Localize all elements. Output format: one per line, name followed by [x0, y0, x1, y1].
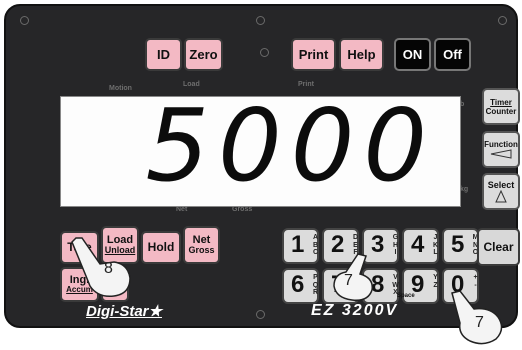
- star-icon: ★: [148, 303, 162, 320]
- screw-top-left: [20, 16, 29, 25]
- key-digit: 6: [291, 271, 305, 298]
- key-letter: +: [473, 274, 478, 281]
- key-letter: Q: [312, 281, 319, 289]
- clear-label: Clear: [483, 239, 514, 254]
- screw-top-right: [498, 16, 507, 25]
- help-label: Help: [347, 46, 376, 62]
- keypad-key-6[interactable]: 6 PQR: [282, 268, 319, 304]
- key-letter: W: [392, 281, 399, 289]
- id-button[interactable]: ID: [145, 38, 182, 71]
- key-letters: PQR: [311, 274, 320, 297]
- gross-label: Gross: [188, 245, 215, 256]
- key-letter: K: [432, 241, 439, 249]
- net-indicator-label: Net: [176, 206, 188, 213]
- space-label: Space: [397, 293, 415, 299]
- key-letter: A: [312, 234, 319, 241]
- hold-label: Hold: [147, 240, 175, 255]
- clear-button[interactable]: Clear: [477, 228, 520, 266]
- print-button[interactable]: Print: [291, 38, 336, 71]
- on-button[interactable]: ON: [394, 38, 431, 71]
- timer-counter-button[interactable]: Timer Counter: [482, 88, 520, 125]
- select-label: Select: [487, 180, 515, 190]
- weight-display: 5000: [60, 87, 461, 207]
- timer-label: Timer: [490, 97, 512, 107]
- key-letter: G: [392, 234, 399, 241]
- key-letter: J: [433, 234, 438, 241]
- key-letter: P: [313, 274, 318, 281]
- off-label: Off: [443, 46, 462, 62]
- on-label: ON: [402, 46, 423, 62]
- counter-label: Counter: [485, 106, 517, 116]
- key-letters: + -: [471, 274, 480, 289]
- left-arrow-triangle-icon: [490, 149, 512, 159]
- key-letter: I: [394, 249, 397, 256]
- key-letter: Z: [433, 281, 438, 289]
- pointing-hand-icon: 8: [66, 236, 138, 300]
- id-label: ID: [157, 46, 170, 62]
- key-letter: B: [312, 241, 319, 249]
- off-button[interactable]: Off: [434, 38, 471, 71]
- hand-number-label: 8: [104, 260, 113, 277]
- gross-indicator-label: Gross: [232, 206, 253, 213]
- key-letters: ABC: [311, 234, 320, 257]
- screw-mid-center: [260, 48, 269, 57]
- key-letters: JKL: [431, 234, 440, 257]
- key-letter: V: [393, 274, 398, 281]
- screw-top-center: [256, 16, 265, 25]
- brand-text: Digi-Star: [86, 303, 149, 320]
- function-label: Function: [484, 140, 518, 149]
- pointing-hand-icon: 7: [448, 290, 510, 345]
- key-digit: 4: [411, 231, 425, 258]
- function-button[interactable]: Function: [482, 131, 520, 168]
- brand-logo: Digi-Star★: [86, 302, 162, 320]
- key-digit: 5: [451, 231, 465, 258]
- key-digit: 1: [291, 231, 305, 258]
- weight-readout: 5000: [145, 87, 436, 204]
- keypad-key-5[interactable]: 5MNO: [442, 228, 479, 264]
- help-button[interactable]: Help: [339, 38, 384, 71]
- kg-unit-label: kg: [460, 186, 469, 193]
- model-label: EZ 3200V: [311, 302, 399, 319]
- select-button[interactable]: Select: [482, 173, 520, 210]
- screw-bottom-center: [256, 310, 265, 319]
- keypad-key-1[interactable]: 1ABC: [282, 228, 319, 264]
- keypad-key-4[interactable]: 4 JKL: [402, 228, 439, 264]
- key-letters: YZ: [431, 274, 440, 289]
- zero-button[interactable]: Zero: [184, 38, 223, 71]
- key-letter: H: [392, 241, 399, 249]
- up-arrow-triangle-icon: [495, 190, 507, 203]
- pointing-hand-icon: 7: [326, 252, 378, 302]
- key-letter: R: [312, 289, 319, 296]
- hand-number-label: 7: [344, 272, 353, 289]
- print-label: Print: [298, 46, 329, 62]
- key-letter: C: [312, 249, 319, 256]
- key-letter: Y: [433, 274, 438, 281]
- key-letters: GHI: [391, 234, 400, 257]
- zero-label: Zero: [189, 46, 218, 62]
- hold-button[interactable]: Hold: [141, 231, 181, 264]
- key-letter: E: [353, 241, 358, 249]
- motion-indicator-label: Motion: [109, 85, 132, 92]
- key-letter: -: [474, 281, 477, 289]
- hand-number-label: 7: [475, 314, 484, 331]
- net-gross-button[interactable]: Net Gross: [183, 226, 220, 264]
- key-letter: D: [352, 234, 359, 241]
- key-letter: L: [433, 249, 438, 256]
